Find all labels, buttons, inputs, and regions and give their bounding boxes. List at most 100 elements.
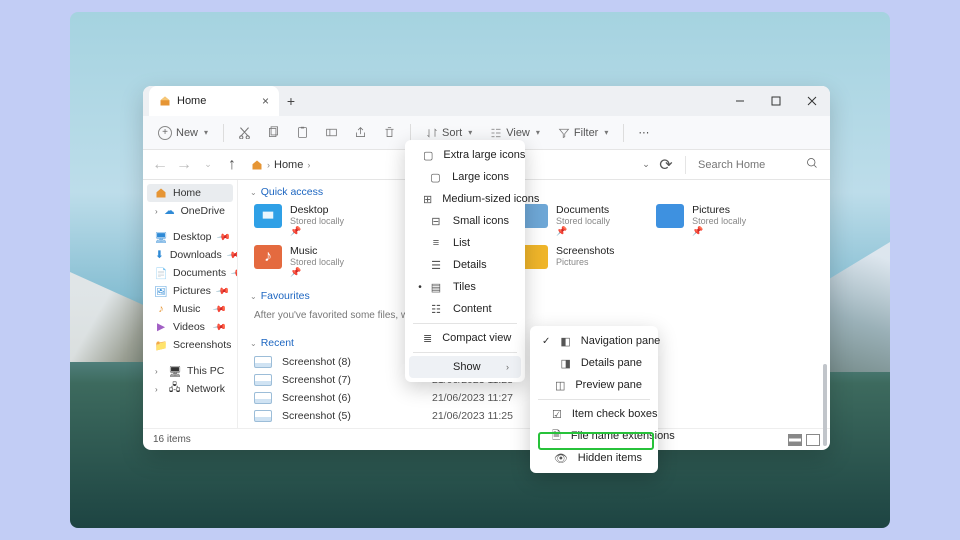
navigation-pane: Home › ☁ OneDrive 🖥Desktop📌 ⬇Downloads📌 … xyxy=(143,180,238,428)
menu-item-medium-icons[interactable]: ⊞Medium-sized icons xyxy=(409,188,521,210)
sidebar-item-documents[interactable]: 📄Documents📌 xyxy=(147,264,233,282)
check-icon: ✓ xyxy=(542,336,550,347)
cloud-icon: ☁ xyxy=(164,205,175,217)
sidebar-item-pictures[interactable]: 🖼Pictures📌 xyxy=(147,282,233,300)
sidebar-item-desktop[interactable]: 🖥Desktop📌 xyxy=(147,228,233,246)
up-button[interactable]: ↑ xyxy=(221,154,243,176)
menu-item-large-icons[interactable]: ▢Large icons xyxy=(409,166,521,188)
view-label: View xyxy=(506,127,530,139)
sort-button[interactable]: Sort ▾ xyxy=(419,124,479,142)
music-icon: ♪ xyxy=(155,303,167,315)
qa-sub: Pictures xyxy=(556,257,614,267)
chevron-right-icon[interactable]: › xyxy=(155,385,163,394)
menu-item-preview-pane[interactable]: ◫Preview pane xyxy=(534,374,654,396)
pin-icon: 📌 xyxy=(290,267,344,278)
sidebar-item-downloads[interactable]: ⬇Downloads📌 xyxy=(147,246,233,264)
toolbar-separator xyxy=(623,124,624,142)
quick-access-music[interactable]: ♪ MusicStored locally📌 xyxy=(254,245,344,278)
maximize-button[interactable] xyxy=(758,86,794,116)
sidebar-item-videos[interactable]: ▶Videos📌 xyxy=(147,318,233,336)
qa-sub: Stored locally xyxy=(290,216,344,226)
menu-separator xyxy=(413,352,517,353)
chevron-down-icon: ▾ xyxy=(468,128,472,137)
refresh-button[interactable]: ⟳ xyxy=(655,155,677,175)
qa-sub: Stored locally xyxy=(692,216,746,226)
share-button[interactable] xyxy=(348,122,373,143)
quick-access-documents[interactable]: DocumentsStored locally📌 xyxy=(520,204,610,237)
menu-item-list[interactable]: ≡List xyxy=(409,232,521,254)
network-icon: 🖧 xyxy=(169,383,181,395)
pin-icon: 📌 xyxy=(556,226,610,237)
quick-access-pictures[interactable]: PicturesStored locally📌 xyxy=(656,204,746,237)
more-button[interactable]: ⋯ xyxy=(632,122,655,143)
tab-home[interactable]: Home × xyxy=(149,86,279,116)
rename-button[interactable] xyxy=(319,122,344,143)
menu-label: Preview pane xyxy=(575,379,642,391)
menu-item-show[interactable]: Show› xyxy=(409,356,521,378)
menu-item-navigation-pane[interactable]: ✓◧Navigation pane xyxy=(534,330,654,352)
scrollbar[interactable] xyxy=(823,364,827,446)
delete-button[interactable] xyxy=(377,122,402,143)
menu-item-small-icons[interactable]: ⊟Small icons xyxy=(409,210,521,232)
tab-close-icon[interactable]: × xyxy=(262,94,269,108)
back-button[interactable]: ← xyxy=(149,154,171,176)
close-button[interactable] xyxy=(794,86,830,116)
copy-button[interactable] xyxy=(261,122,286,143)
address-dropdown[interactable]: ⌄ xyxy=(639,159,653,170)
sidebar-item-onedrive[interactable]: › ☁ OneDrive xyxy=(147,202,233,220)
menu-item-file-extensions[interactable]: 🗎File name extensions xyxy=(534,425,654,447)
menu-item-compact-view[interactable]: ≣Compact view xyxy=(409,327,521,349)
new-tab-button[interactable]: + xyxy=(279,93,303,109)
menu-item-details-pane[interactable]: ◨Details pane xyxy=(534,352,654,374)
sidebar-item-label: Pictures xyxy=(173,285,211,297)
menu-item-extra-large-icons[interactable]: ▢Extra large icons xyxy=(409,144,521,166)
sidebar-item-music[interactable]: ♪Music📌 xyxy=(147,300,233,318)
minimize-button[interactable] xyxy=(722,86,758,116)
sidebar-item-screenshots[interactable]: 📁Screenshots xyxy=(147,336,233,354)
view-button[interactable]: View ▾ xyxy=(483,124,547,142)
titlebar: Home × + xyxy=(143,86,830,116)
details-view-button[interactable] xyxy=(788,434,802,446)
menu-item-hidden-items[interactable]: 👁Hidden items xyxy=(534,447,654,469)
forward-button[interactable]: → xyxy=(173,154,195,176)
plus-circle-icon: + xyxy=(158,126,172,140)
menu-item-details[interactable]: ☰Details xyxy=(409,254,521,276)
file-date: 21/06/2023 11:25 xyxy=(432,410,513,422)
paste-button[interactable] xyxy=(290,122,315,143)
quick-access-screenshots[interactable]: ScreenshotsPictures xyxy=(520,245,614,278)
sidebar-item-home[interactable]: Home xyxy=(147,184,233,202)
group-header-favourites[interactable]: ⌄ Favourites xyxy=(238,284,830,306)
folder-icon: 📁 xyxy=(155,339,167,351)
sidebar-item-label: Desktop xyxy=(173,231,212,243)
menu-item-checkboxes[interactable]: ☑Item check boxes xyxy=(534,403,654,425)
search-input[interactable] xyxy=(694,159,804,171)
qa-name: Desktop xyxy=(290,204,344,216)
details-icon: ☰ xyxy=(429,258,443,272)
toolbar-separator xyxy=(223,124,224,142)
search-icon[interactable] xyxy=(806,156,818,174)
download-icon: ⬇ xyxy=(155,249,164,261)
cut-button[interactable] xyxy=(232,122,257,143)
breadcrumb-home[interactable]: Home xyxy=(274,159,303,171)
grid-icon: ⊞ xyxy=(423,192,432,206)
menu-label: Small icons xyxy=(453,215,509,227)
icons-view-button[interactable] xyxy=(806,434,820,446)
pc-icon: 🖥 xyxy=(169,365,181,377)
menu-item-content[interactable]: ☷Content xyxy=(409,298,521,320)
sidebar-item-thispc[interactable]: ›🖥This PC xyxy=(147,362,233,380)
recent-locations-button[interactable]: ⌄ xyxy=(197,154,219,176)
quick-access-desktop[interactable]: DesktopStored locally📌 xyxy=(254,204,344,237)
sidebar-item-label: Network xyxy=(186,383,225,395)
chevron-right-icon[interactable]: › xyxy=(155,207,158,216)
checkbox-icon: ☑ xyxy=(552,407,562,421)
file-name: Screenshot (6) xyxy=(282,392,432,404)
chevron-down-icon: ⌄ xyxy=(250,188,257,197)
chevron-right-icon[interactable]: › xyxy=(155,367,163,376)
new-button[interactable]: + New ▾ xyxy=(151,123,215,143)
sidebar-item-network[interactable]: › 🖧 Network xyxy=(147,380,233,398)
show-submenu: ✓◧Navigation pane ◨Details pane ◫Preview… xyxy=(530,326,658,473)
filter-button[interactable]: Filter ▾ xyxy=(551,124,615,142)
menu-item-tiles[interactable]: •▤Tiles xyxy=(409,276,521,298)
selected-indicator: • xyxy=(417,282,423,293)
image-file-icon xyxy=(254,392,272,404)
